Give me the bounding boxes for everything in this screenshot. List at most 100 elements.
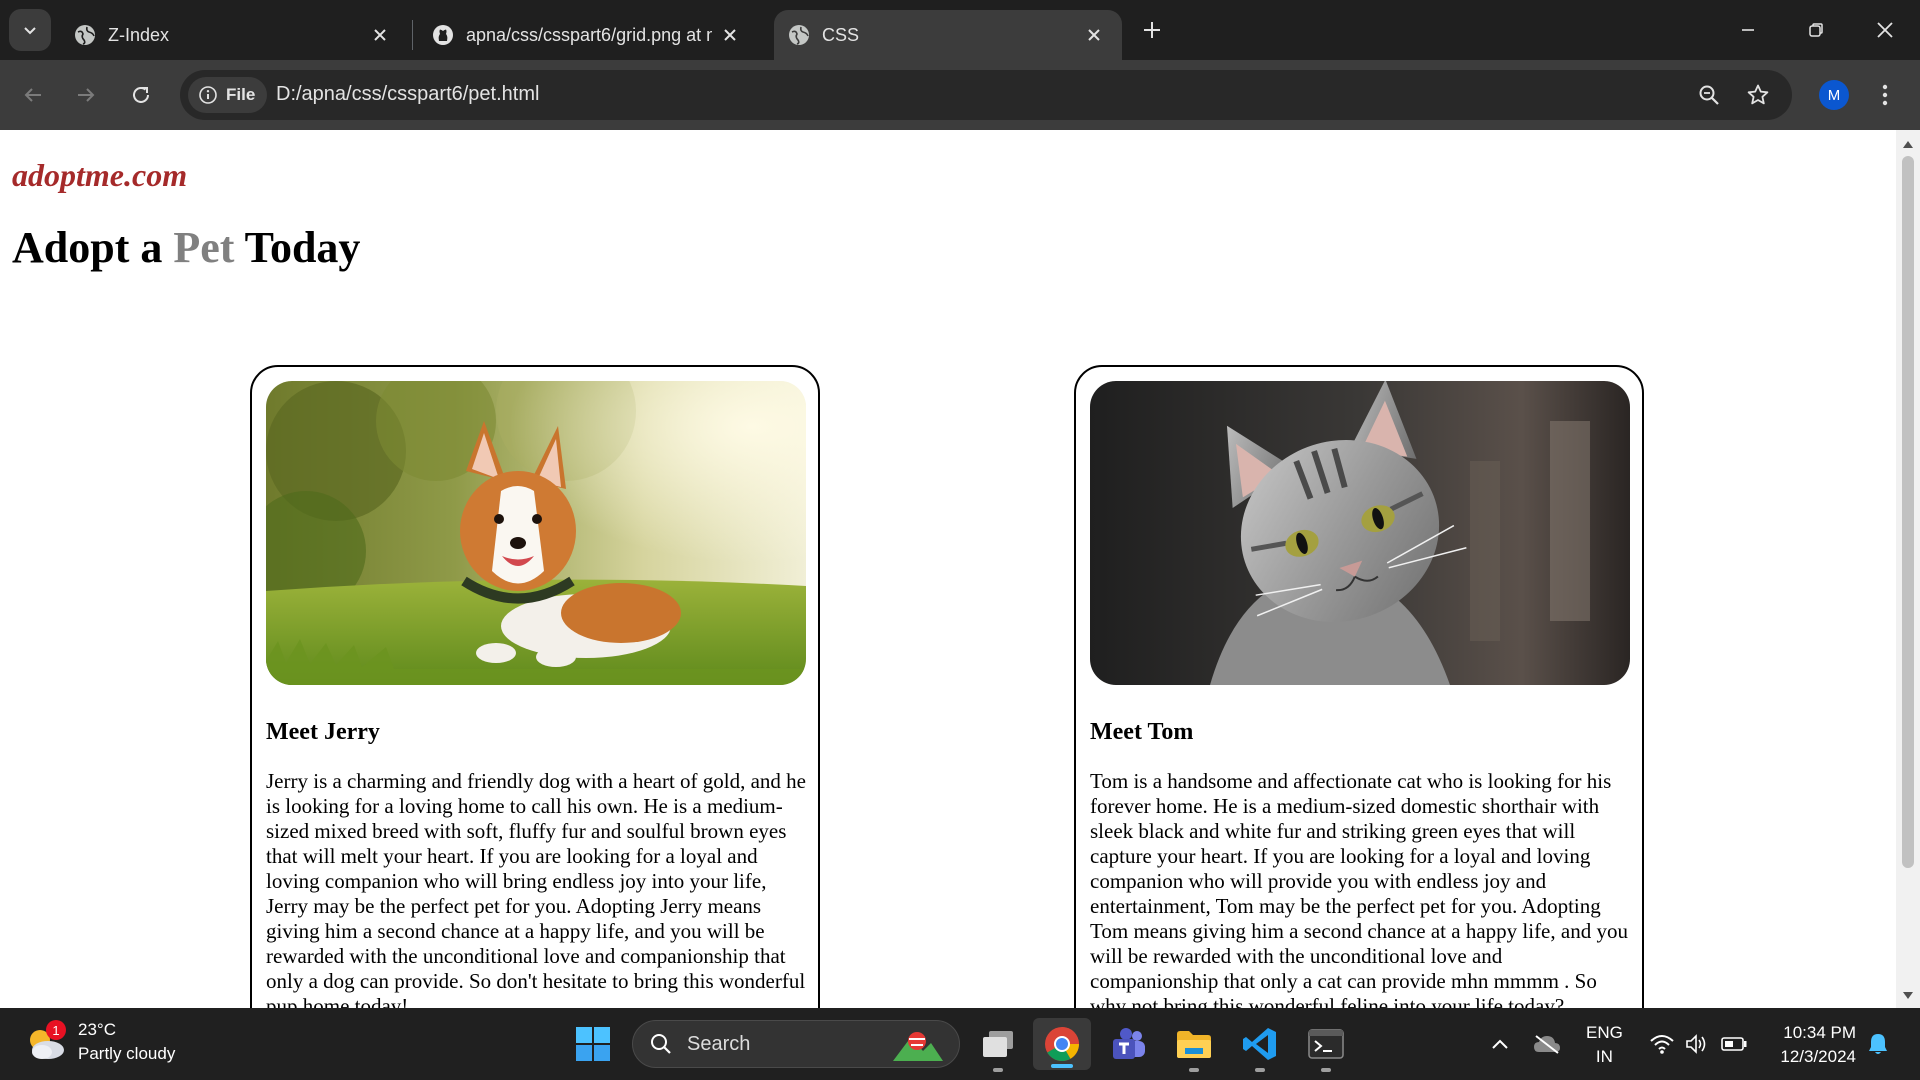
chrome-app[interactable] — [1033, 1018, 1091, 1070]
pet-card-jerry: Meet Jerry Jerry is a charming and frien… — [250, 365, 820, 1008]
clock-time: 10:34 PM — [1783, 1023, 1856, 1042]
weather-condition: Partly cloudy — [78, 1044, 176, 1063]
scrollbar-thumb[interactable] — [1902, 156, 1914, 868]
show-hidden-icons-button[interactable] — [1486, 1030, 1514, 1058]
site-name: adoptme.com — [12, 157, 188, 193]
pet-name: Meet Tom — [1090, 719, 1194, 745]
browser-menu-button[interactable] — [1872, 78, 1898, 112]
cloud-offline-icon — [1534, 1035, 1560, 1054]
notifications-button[interactable] — [1864, 1030, 1892, 1058]
start-button[interactable] — [571, 1022, 615, 1066]
volume-control[interactable] — [1683, 1030, 1711, 1058]
region-code: IN — [1595, 1047, 1613, 1066]
browser-toolbar: File D:/apna/css/csspart6/pet.html M — [0, 60, 1920, 130]
minimize-icon — [1742, 29, 1754, 31]
tab-css[interactable]: CSS — [774, 10, 1122, 60]
search-icon — [651, 1034, 671, 1054]
title-part: Adopt a — [12, 223, 174, 272]
profile-avatar[interactable]: M — [1819, 80, 1849, 110]
close-icon — [1877, 22, 1893, 38]
github-icon — [433, 25, 453, 45]
chevron-down-icon — [24, 27, 36, 35]
close-icon[interactable] — [720, 25, 740, 45]
star-icon — [1747, 84, 1769, 105]
page-title: Adopt a Pet Today — [12, 222, 360, 273]
vscode-app[interactable] — [1238, 1022, 1282, 1072]
tab-search-button[interactable] — [9, 9, 51, 51]
pet-name: Meet Jerry — [266, 719, 380, 745]
notification-badge: 1 — [46, 1020, 66, 1040]
triangle-down-icon — [1903, 992, 1913, 999]
forward-button[interactable] — [67, 76, 105, 114]
close-window-button[interactable] — [1867, 12, 1903, 48]
title-accent: Pet — [173, 223, 235, 272]
task-view-icon — [983, 1031, 1013, 1057]
new-tab-button[interactable] — [1136, 14, 1168, 46]
scroll-up-button[interactable] — [1896, 134, 1920, 154]
partly-cloudy-icon: 1 — [24, 1020, 68, 1064]
scroll-down-button[interactable] — [1896, 986, 1920, 1006]
site-info-chip[interactable]: File — [188, 77, 268, 113]
zoom-button[interactable] — [1695, 81, 1723, 109]
triangle-up-icon — [1903, 141, 1913, 148]
search-label: Search — [687, 1032, 751, 1055]
reload-icon — [133, 86, 149, 103]
arrow-right-icon — [78, 88, 95, 102]
corgi-dog-photo — [266, 381, 806, 685]
teams-app[interactable] — [1106, 1022, 1150, 1066]
weather-temperature: 23°C — [78, 1020, 116, 1039]
chevron-up-icon — [1492, 1039, 1508, 1049]
pet-description: Jerry is a charming and friendly dog wit… — [266, 769, 807, 1008]
terminal-app[interactable] — [1304, 1022, 1348, 1072]
close-icon[interactable] — [1084, 25, 1104, 45]
info-icon — [199, 86, 217, 104]
terminal-icon — [1308, 1029, 1344, 1059]
windows-taskbar: 1 23°C Partly cloudy Search ENG IN 10:34… — [0, 1008, 1920, 1080]
windows-logo-icon — [576, 1027, 610, 1061]
battery-icon — [1721, 1037, 1747, 1051]
tab-title: apna/css/csspart6/grid.png at m — [466, 24, 712, 45]
chrome-icon — [1045, 1027, 1079, 1061]
wifi-icon — [1650, 1035, 1674, 1054]
page-scrollbar[interactable] — [1896, 130, 1920, 1008]
teams-icon — [1113, 1028, 1145, 1059]
globe-icon — [789, 25, 809, 45]
weather-widget[interactable]: 1 23°C Partly cloudy — [24, 1018, 175, 1066]
close-icon[interactable] — [370, 25, 390, 45]
onedrive-status[interactable] — [1533, 1030, 1561, 1058]
address-bar[interactable]: File D:/apna/css/csspart6/pet.html — [180, 70, 1792, 120]
arrow-left-icon — [24, 88, 41, 102]
restore-button[interactable] — [1798, 12, 1834, 48]
tab-separator — [412, 20, 413, 50]
pet-card-tom: Meet Tom Tom is a handsome and affection… — [1074, 365, 1644, 1008]
tab-strip: Z-Index apna/css/csspart6/grid.png at m … — [0, 0, 1920, 60]
page-viewport: adoptme.com Adopt a Pet Today Meet Jerry… — [0, 130, 1896, 1008]
vscode-icon — [1243, 1028, 1276, 1060]
minimize-button[interactable] — [1730, 12, 1766, 48]
tab-github-grid[interactable]: apna/css/csspart6/grid.png at m — [418, 10, 758, 60]
bell-icon — [1869, 1034, 1887, 1054]
pet-description: Tom is a handsome and affectionate cat w… — [1090, 769, 1628, 1008]
grey-tabby-cat-photo — [1090, 381, 1630, 685]
url-text[interactable]: D:/apna/css/csspart6/pet.html — [276, 83, 539, 106]
taskbar-search[interactable]: Search — [632, 1020, 960, 1068]
tab-title: Z-Index — [108, 24, 170, 45]
globe-icon — [75, 25, 95, 45]
back-button[interactable] — [14, 76, 52, 114]
speaker-icon — [1686, 1034, 1706, 1054]
bookmark-button[interactable] — [1744, 81, 1772, 109]
battery-status[interactable] — [1720, 1030, 1748, 1058]
search-highlight-icon — [893, 1032, 943, 1061]
network-status[interactable] — [1648, 1030, 1676, 1058]
zoom-icon — [1699, 85, 1719, 105]
more-vertical-icon — [1882, 84, 1888, 106]
clock-date: 12/3/2024 — [1780, 1047, 1856, 1066]
tab-z-index[interactable]: Z-Index — [60, 10, 408, 60]
site-chip-label: File — [226, 85, 256, 104]
reload-button[interactable] — [122, 76, 160, 114]
task-view-app[interactable] — [976, 1022, 1020, 1072]
restore-icon — [1809, 23, 1823, 37]
file-explorer-app[interactable] — [1172, 1022, 1216, 1072]
system-clock[interactable]: 10:34 PM 12/3/2024 — [1762, 1021, 1856, 1069]
input-language[interactable]: ENG IN — [1586, 1021, 1623, 1069]
